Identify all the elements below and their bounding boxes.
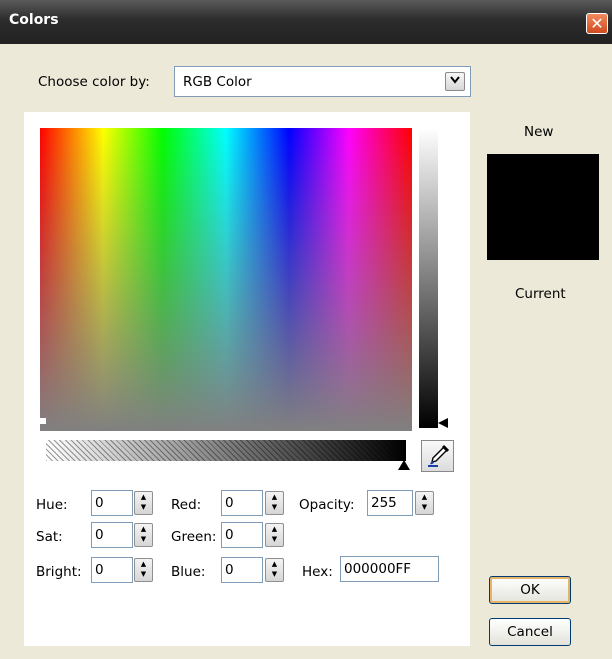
bright-stepper[interactable]: ▲ ▼ (134, 558, 153, 582)
opacity-input[interactable]: 255 (367, 490, 413, 516)
green-input[interactable]: 0 (221, 522, 263, 548)
cancel-button[interactable]: Cancel (489, 618, 571, 646)
hue-input[interactable]: 0 (91, 490, 133, 516)
green-label: Green: (171, 529, 217, 545)
red-stepper[interactable]: ▲ ▼ (265, 491, 284, 515)
hex-input[interactable]: 000000FF (340, 556, 439, 582)
green-stepper[interactable]: ▲ ▼ (265, 523, 284, 547)
hue-label: Hue: (36, 497, 68, 513)
sat-stepper[interactable]: ▲ ▼ (134, 523, 153, 547)
close-icon[interactable]: ✕ (586, 13, 608, 34)
eyedropper-button[interactable] (421, 440, 454, 472)
spectrum-cursor[interactable] (40, 418, 46, 424)
choose-color-by-label: Choose color by: (38, 74, 150, 90)
bright-input[interactable]: 0 (91, 557, 133, 583)
color-mode-select[interactable]: RGB Color (174, 66, 471, 97)
opacity-label: Opacity: (299, 497, 355, 513)
red-input[interactable]: 0 (221, 490, 263, 516)
color-mode-value: RGB Color (183, 74, 252, 90)
opacity-slider[interactable] (46, 440, 406, 461)
title-bar: Colors ✕ (0, 0, 612, 44)
sat-input[interactable]: 0 (91, 522, 133, 548)
sat-label: Sat: (36, 529, 63, 545)
opacity-marker-icon[interactable] (398, 460, 410, 470)
color-spectrum[interactable] (40, 128, 412, 431)
brightness-slider[interactable] (419, 128, 438, 428)
color-preview-swatch (487, 154, 599, 260)
blue-input[interactable]: 0 (221, 557, 263, 583)
window-title: Colors (9, 12, 59, 28)
hex-label: Hex: (302, 564, 333, 580)
blue-label: Blue: (171, 564, 206, 580)
chevron-down-icon[interactable] (445, 72, 465, 91)
new-color-label: New (524, 124, 554, 140)
current-color-label: Current (515, 286, 566, 302)
ok-button[interactable]: OK (489, 576, 571, 604)
bright-label: Bright: (36, 564, 82, 580)
opacity-stepper[interactable]: ▲ ▼ (415, 491, 434, 515)
red-label: Red: (171, 497, 202, 513)
blue-stepper[interactable]: ▲ ▼ (265, 558, 284, 582)
brightness-marker-icon[interactable] (438, 418, 448, 428)
eyedropper-icon (428, 444, 450, 467)
hue-stepper[interactable]: ▲ ▼ (134, 491, 153, 515)
colors-dialog: Colors ✕ Choose color by: RGB Color Hue:… (0, 0, 612, 659)
